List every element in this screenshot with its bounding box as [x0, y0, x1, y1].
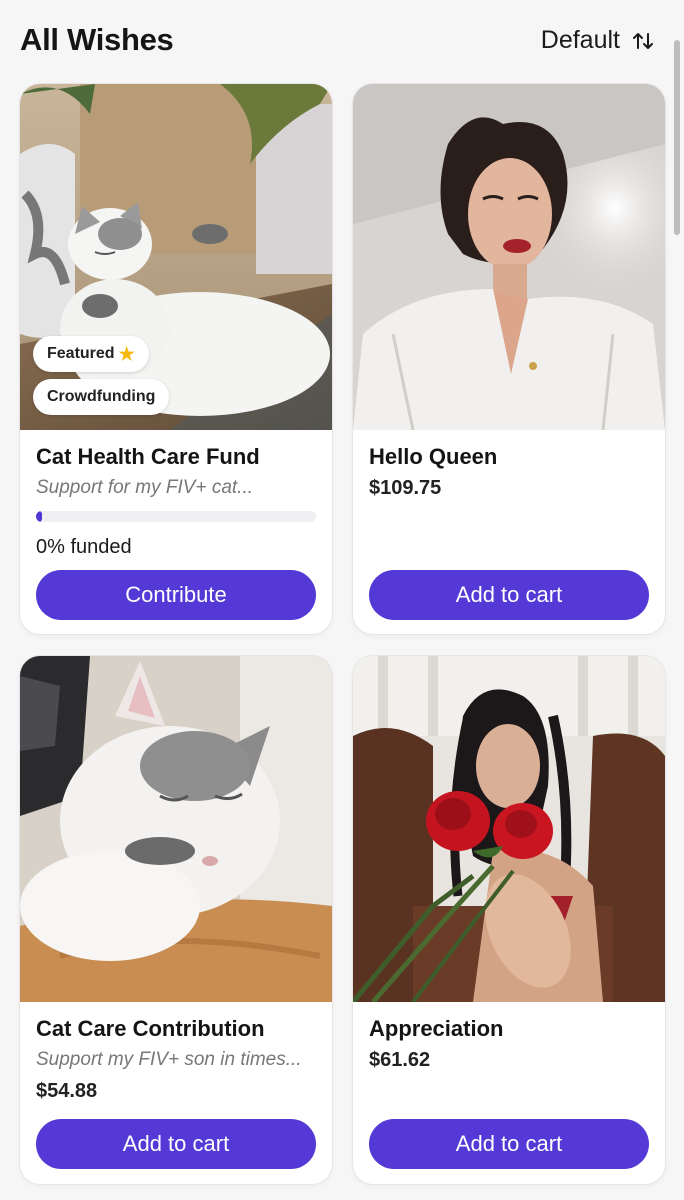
card-description: Support my FIV+ son in times...: [36, 1049, 302, 1070]
woman-selfie-photo: [353, 84, 665, 430]
wish-card-hello-queen[interactable]: Hello Queen $109.75 Add to cart: [353, 84, 665, 634]
star-icon: ★: [118, 343, 135, 364]
wish-card-appreciation[interactable]: Appreciation $61.62 Add to cart: [353, 656, 665, 1184]
add-to-cart-button[interactable]: Add to cart: [36, 1119, 316, 1169]
roses-photo: [353, 656, 665, 1002]
crowdfunding-badge: Crowdfunding: [33, 379, 170, 415]
card-title: Appreciation: [369, 1016, 504, 1041]
sort-arrows-icon: [632, 30, 654, 52]
add-to-cart-button[interactable]: Add to cart: [369, 570, 649, 620]
page-title: All Wishes: [20, 22, 174, 57]
funding-progress-fill: [36, 511, 42, 522]
cat-sleeping-photo: [20, 656, 332, 1002]
card-title: Cat Care Contribution: [36, 1016, 265, 1041]
wish-card-cat-care[interactable]: Cat Care Contribution Support my FIV+ so…: [20, 656, 332, 1184]
cat-lying-photo: Featured ★ Crowdfunding: [20, 84, 332, 430]
crowdfunding-badge-label: Crowdfunding: [47, 388, 156, 405]
funding-progress-bar: [36, 511, 316, 522]
card-price: $61.62: [369, 1049, 431, 1071]
card-description: Support for my FIV+ cat...: [36, 477, 253, 498]
card-title: Cat Health Care Fund: [36, 444, 260, 469]
header: All Wishes Default: [0, 0, 684, 80]
card-title: Hello Queen: [369, 444, 498, 469]
sort-label: Default: [540, 26, 620, 54]
sort-dropdown[interactable]: Default: [541, 26, 654, 55]
add-to-cart-button[interactable]: Add to cart: [369, 1119, 649, 1169]
wish-card-cat-health[interactable]: Featured ★ Crowdfunding Cat Health Care …: [20, 84, 332, 634]
card-price: $54.88: [36, 1080, 98, 1102]
scrollbar[interactable]: [674, 40, 680, 235]
featured-badge: Featured ★: [33, 336, 149, 372]
funded-label: 0% funded: [36, 536, 132, 558]
featured-badge-label: Featured: [47, 345, 115, 362]
card-price: $109.75: [369, 477, 442, 499]
contribute-button[interactable]: Contribute: [36, 570, 316, 620]
